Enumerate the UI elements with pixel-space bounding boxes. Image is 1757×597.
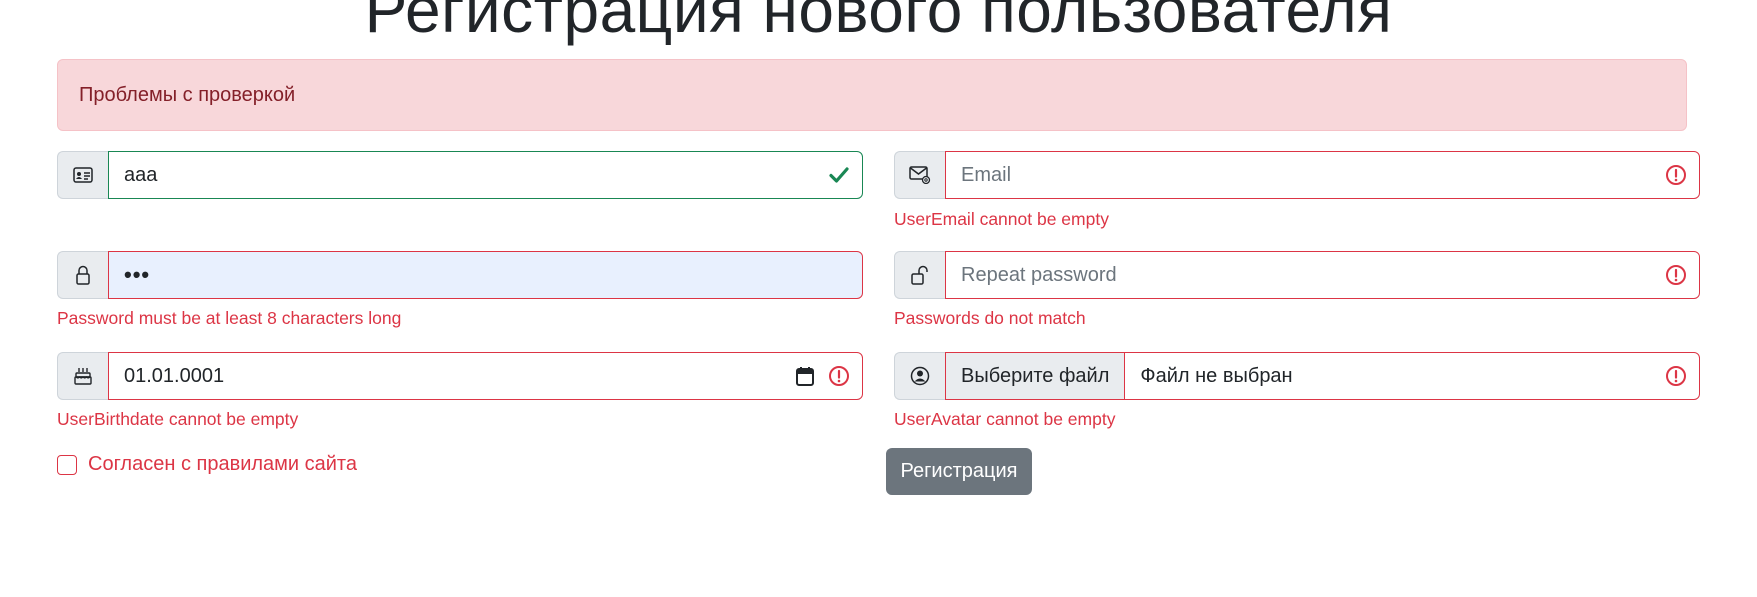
email-group: Email (894, 151, 1700, 199)
username-input[interactable]: aaa (108, 151, 863, 199)
calendar-icon[interactable] (796, 366, 814, 386)
alert-text: Проблемы с проверкой (79, 83, 296, 106)
avatar-error: UserAvatar cannot be empty (894, 409, 1116, 429)
unlock-icon (894, 251, 945, 299)
password-group: ••• (57, 251, 863, 299)
birthdate-input[interactable]: 01.01.0001 (108, 352, 863, 400)
repeat-password-placeholder: Repeat password (961, 263, 1117, 286)
exclamation-circle-icon (828, 365, 850, 387)
email-error: UserEmail cannot be empty (894, 209, 1109, 229)
repeat-password-input[interactable]: Repeat password (945, 251, 1700, 299)
exclamation-circle-icon (1665, 164, 1687, 186)
register-button[interactable]: Регистрация (886, 448, 1032, 495)
agree-checkbox[interactable] (57, 454, 77, 475)
page-title: Регистрация нового пользователя (364, 0, 1393, 46)
password-error: Password must be at least 8 characters l… (57, 308, 402, 328)
birthdate-group: 01.01.0001 (57, 352, 863, 400)
password-value: ••• (124, 262, 151, 287)
avatar-group: Выберите файл Файл не выбран (894, 352, 1700, 400)
exclamation-circle-icon (1665, 365, 1687, 387)
id-card-icon (57, 151, 108, 199)
email-input[interactable]: Email (945, 151, 1700, 199)
file-status-text: Файл не выбран (1140, 364, 1293, 387)
check-icon (828, 164, 850, 186)
person-circle-icon (894, 352, 945, 400)
validation-alert: Проблемы с проверкой (57, 59, 1687, 131)
lock-icon (57, 251, 108, 299)
username-value: aaa (124, 163, 158, 186)
repeat-password-group: Repeat password (894, 251, 1700, 299)
email-placeholder: Email (961, 163, 1012, 186)
choose-file-button[interactable]: Выберите файл (946, 353, 1126, 399)
agree-label[interactable]: Согласен с правилами сайта (88, 453, 357, 476)
envelope-at-icon (894, 151, 945, 199)
avatar-file-input[interactable]: Выберите файл Файл не выбран (945, 352, 1700, 400)
birthdate-value: 01.01.0001 (124, 364, 225, 387)
birthdate-error: UserBirthdate cannot be empty (57, 409, 299, 429)
username-group: aaa (57, 151, 863, 199)
password-input[interactable]: ••• (108, 251, 863, 299)
repeat-password-error: Passwords do not match (894, 308, 1086, 328)
agree-row: Согласен с правилами сайта (57, 453, 357, 476)
cake-icon (57, 352, 108, 400)
exclamation-circle-icon (1665, 264, 1687, 286)
